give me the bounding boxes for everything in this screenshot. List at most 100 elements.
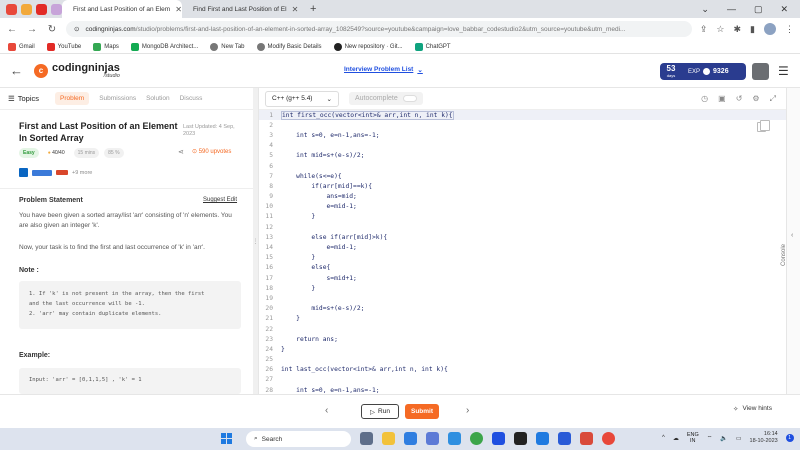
tab-discuss[interactable]: Discuss: [180, 95, 203, 102]
run-button[interactable]: ▷ Run: [361, 404, 399, 419]
tab-solution[interactable]: Solution: [146, 95, 170, 102]
next-problem-icon[interactable]: ›: [466, 405, 469, 416]
upvote-button[interactable]: ⊙ 590 upvotes: [192, 148, 231, 155]
previous-problem-icon[interactable]: ‹: [325, 405, 328, 416]
share-icon[interactable]: ⇪: [700, 24, 708, 35]
bookmark-maps[interactable]: Maps: [93, 42, 119, 51]
code-line[interactable]: 5 int mid=s+(e-s)/2;: [259, 151, 787, 161]
cloud-icon[interactable]: ☁: [673, 435, 679, 442]
reload-icon[interactable]: ↻: [46, 24, 58, 35]
tab-submissions[interactable]: Submissions: [99, 95, 136, 102]
more-vertical-icon[interactable]: ⋮: [785, 24, 794, 35]
topics-button[interactable]: ☰ Topics: [8, 94, 39, 103]
code-line[interactable]: 10 e=mid-1;: [259, 202, 787, 212]
clock[interactable]: 16:14 18-10-2023: [750, 431, 778, 445]
bookmark-github[interactable]: New repository · Git...: [333, 42, 403, 51]
code-line[interactable]: 11 }: [259, 212, 787, 222]
timer-icon[interactable]: ◷: [701, 94, 708, 104]
chevron-down-icon[interactable]: ⌄: [701, 4, 709, 15]
star-icon[interactable]: ☆: [716, 24, 724, 35]
app-icon[interactable]: [558, 432, 571, 445]
code-line[interactable]: 12: [259, 222, 787, 232]
code-line[interactable]: 20 mid=s+(e-s)/2;: [259, 304, 787, 314]
code-line[interactable]: 9 ans=mid;: [259, 192, 787, 202]
pinned-tab-icon[interactable]: [6, 3, 17, 15]
code-line[interactable]: 19: [259, 293, 787, 303]
code-line[interactable]: 22: [259, 324, 787, 334]
code-line[interactable]: 6: [259, 161, 787, 171]
chrome-profile-icon[interactable]: [602, 432, 615, 445]
code-line[interactable]: 16 else{: [259, 263, 787, 273]
reset-icon[interactable]: ↺: [736, 94, 743, 104]
share-icon[interactable]: ⋖: [178, 148, 184, 156]
code-line[interactable]: 18 }: [259, 283, 787, 293]
bookmark-newtab[interactable]: New Tab: [210, 42, 245, 51]
close-window-icon[interactable]: ✕: [780, 4, 788, 15]
extensions-icon[interactable]: ✱: [734, 24, 742, 35]
console-panel-toggle[interactable]: ‹ Console: [781, 88, 800, 394]
code-line[interactable]: 7 while(s<=e){: [259, 171, 787, 181]
code-line[interactable]: 23 return ans;: [259, 334, 787, 344]
maximize-icon[interactable]: ▢: [754, 4, 763, 15]
code-line[interactable]: 8 if(arr[mid]==k){: [259, 181, 787, 191]
address-bar[interactable]: ⊙ codingninjas.com/studio/problems/first…: [66, 21, 692, 37]
windows-start-icon[interactable]: [221, 433, 232, 444]
back-arrow-icon[interactable]: ←: [6, 24, 18, 35]
code-line[interactable]: 24}: [259, 344, 787, 354]
code-line[interactable]: 14 e=mid-1;: [259, 242, 787, 252]
code-line[interactable]: 27: [259, 375, 787, 385]
autocomplete-toggle[interactable]: Autocomplete: [348, 92, 423, 105]
vscode-icon[interactable]: [536, 432, 549, 445]
settings-gear-icon[interactable]: ⚙: [752, 94, 759, 104]
code-line[interactable]: 28 int s=0, e=n-1,ans=-1;: [259, 385, 787, 394]
bookmark-chatgpt[interactable]: ChatGPT: [414, 42, 451, 51]
submit-button[interactable]: Submit: [405, 404, 439, 419]
code-line[interactable]: 17 s=mid+1;: [259, 273, 787, 283]
minimize-icon[interactable]: —: [727, 4, 736, 15]
pinned-tab-icon[interactable]: [51, 3, 62, 15]
copy-icon[interactable]: [757, 120, 770, 132]
code-line[interactable]: 3 int s=0, e=n-1,ans=-1;: [259, 130, 787, 140]
store-icon[interactable]: [492, 432, 505, 445]
view-hints-button[interactable]: ✧ View hints: [733, 405, 772, 413]
code-line[interactable]: 26 int last_occ(vector<int>& arr,int n, i…: [259, 365, 787, 375]
media-icon[interactable]: [514, 432, 527, 445]
language-select[interactable]: C++ (g++ 5.4) ⌄: [265, 90, 339, 107]
bookmark-youtube[interactable]: YouTube: [46, 42, 81, 51]
forward-arrow-icon[interactable]: →: [26, 24, 38, 35]
tab-problem[interactable]: Problem: [55, 92, 90, 105]
fullscreen-icon[interactable]: ⤢: [770, 94, 776, 104]
battery-icon[interactable]: ▭: [736, 435, 742, 442]
site-info-icon[interactable]: ⊙: [74, 25, 79, 33]
new-tab-button[interactable]: +: [302, 3, 324, 15]
profile-avatar[interactable]: [764, 23, 776, 35]
code-line[interactable]: 2: [259, 120, 787, 130]
mcafee-icon[interactable]: [580, 432, 593, 445]
bookmark-modify[interactable]: Modify Basic Details: [256, 42, 322, 51]
browser-tab-active[interactable]: First and Last Position of an Elem ✕: [62, 0, 182, 18]
streak-exp-badge[interactable]: 53 days EXP 9326: [660, 63, 746, 80]
notification-icon[interactable]: 1: [785, 434, 794, 442]
chrome-icon[interactable]: [470, 432, 483, 445]
hamburger-menu-icon[interactable]: ☰: [778, 64, 789, 78]
bookmark-mongodb[interactable]: MongoDB Architect...: [130, 42, 198, 51]
wifi-icon[interactable]: ⌔: [707, 434, 713, 442]
code-line[interactable]: 4: [259, 141, 787, 151]
sidepanel-icon[interactable]: ▮: [750, 24, 755, 35]
bookmark-gmail[interactable]: Gmail: [8, 42, 35, 51]
code-line[interactable]: 25: [259, 355, 787, 365]
back-arrow-icon[interactable]: ←: [10, 63, 26, 78]
file-explorer-icon[interactable]: [382, 432, 395, 445]
chevron-up-icon[interactable]: ^: [662, 435, 665, 441]
task-view-icon[interactable]: [360, 432, 373, 445]
mail-icon[interactable]: [404, 432, 417, 445]
pinned-tab-icon[interactable]: [21, 3, 32, 15]
codingninjas-logo[interactable]: c codingninjas /studio: [34, 62, 120, 79]
user-avatar[interactable]: [752, 63, 769, 80]
close-icon[interactable]: ✕: [175, 5, 182, 14]
taskbar-search[interactable]: ⌕ Search: [246, 431, 351, 447]
close-icon[interactable]: ✕: [292, 5, 299, 14]
input-language[interactable]: ENG IN: [687, 432, 699, 444]
interview-problem-list-link[interactable]: Interview Problem List ⌄: [344, 66, 423, 74]
code-area[interactable]: 1 int first_occ(vector<int>& arr,int n, i…: [259, 110, 787, 394]
